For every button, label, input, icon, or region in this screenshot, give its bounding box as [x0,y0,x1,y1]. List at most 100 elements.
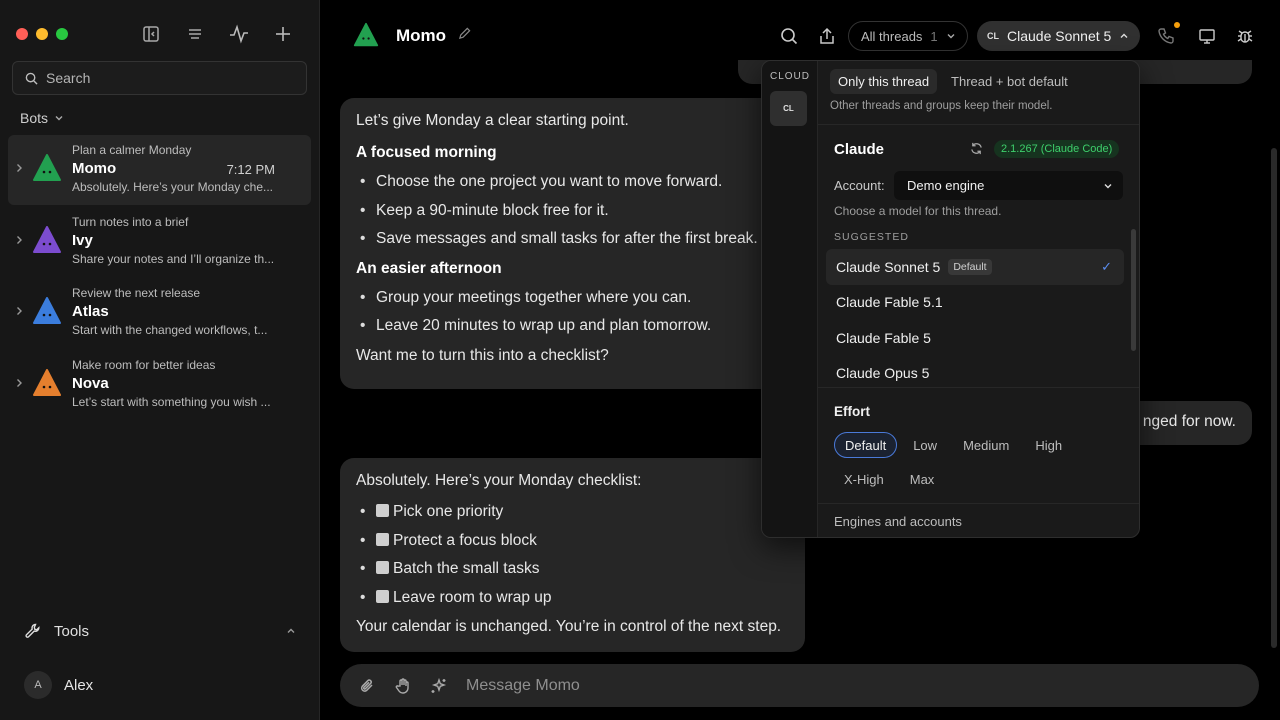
threads-filter-dropdown[interactable]: All threads 1 [848,21,968,51]
notification-dot [1174,22,1180,28]
model-option-label: Claude Fable 5 [836,329,931,346]
new-bot-plus-icon[interactable] [272,22,294,46]
account-select-value: Demo engine [907,178,985,193]
search-box[interactable] [12,61,307,95]
account-label: Account: [834,178,885,193]
effort-option-x-high[interactable]: X-High [834,466,894,492]
share-icon[interactable] [815,24,839,48]
model-selector-button[interactable]: CL Claude Sonnet 5 [977,21,1140,51]
model-option-label: Claude Opus 5 [836,365,930,382]
model-list-scrollbar[interactable] [1131,229,1136,351]
threads-count: 1 [930,28,938,44]
message-text: nged for now. [1142,413,1236,430]
model-option[interactable]: Claude Opus 5 [826,356,1124,392]
bot-list: Plan a calmer Monday Momo 7:12 PM Absolutel… [8,135,311,421]
paperclip-icon[interactable] [356,675,378,697]
message-heading: A focused morning [356,144,497,161]
chevron-right-icon[interactable] [15,234,24,248]
user-name: Alex [64,676,94,694]
chevron-up-icon [287,628,295,633]
account-select[interactable]: Demo engine [894,171,1123,200]
chevron-right-icon[interactable] [15,305,24,319]
search-icon [25,72,38,85]
maximize-window-button[interactable] [56,28,68,40]
effort-option-high[interactable]: High [1025,432,1072,458]
chevron-right-icon[interactable] [15,162,24,176]
list-item: Keep a 90-minute block free for it. [356,201,794,221]
tools-section[interactable]: Tools [24,622,296,640]
effort-option-default[interactable]: Default [834,432,898,458]
engines-accounts-link[interactable]: Engines and accounts [834,514,962,529]
checkbox[interactable] [376,532,389,546]
chevron-down-icon [55,116,63,121]
bots-section-header[interactable]: Bots [20,110,64,126]
tools-label: Tools [54,622,90,640]
message-text: Want me to turn this into a checklist? [356,346,609,364]
bot-list-item[interactable]: Plan a calmer Monday Momo 7:12 PM Absolutel… [8,135,311,205]
sparkle-icon[interactable] [428,675,450,697]
chevron-down-icon [947,34,955,39]
checkbox[interactable] [376,589,389,603]
message-list: Choose the one project you want to move … [356,172,794,249]
avatar: A [24,671,52,699]
effort-option-medium[interactable]: Medium [953,432,1019,458]
main-scrollbar[interactable] [1271,148,1277,648]
effort-option-low[interactable]: Low [903,432,947,458]
effort-option-max[interactable]: Max [900,466,945,492]
list-item: Save messages and small tasks for after … [356,229,794,249]
bots-header-label: Bots [20,110,49,126]
suggested-header: SUGGESTED [834,231,909,243]
list-icon[interactable] [184,22,206,46]
effort-title: Effort [834,404,870,419]
chevron-up-icon [1120,33,1128,38]
model-option[interactable]: Claude Fable 5 [826,320,1124,356]
engine-version-badge: 2.1.267 (Claude Code) [994,140,1120,158]
model-engine-tag: CL [987,31,999,41]
checklist: Pick one priority Protect a focus block … [356,502,789,608]
bot-avatar-icon [33,225,61,253]
chevron-right-icon[interactable] [15,377,24,391]
toggle-sidebar-icon[interactable] [140,22,162,46]
bot-name: Momo [72,160,117,177]
message-heading: An easier afternoon [356,259,502,277]
search-input[interactable] [46,70,286,86]
bug-icon[interactable] [1233,24,1257,48]
bot-list-item[interactable]: Review the next release Atlas Start with t… [8,278,311,348]
choose-model-hint: Choose a model for this thread. [834,204,1002,218]
wrench-icon [25,623,40,638]
checklist-item: Leave room to wrap up [356,588,789,608]
checklist-item: Batch the small tasks [356,559,789,579]
checkbox[interactable] [376,561,389,574]
engine-title: Claude [834,141,885,158]
effort-options: Default Low Medium High X-High Max [834,432,1124,492]
close-window-button[interactable] [16,28,28,40]
list-item: Choose the one project you want to move … [356,172,794,192]
thread-title: Momo [396,26,447,45]
model-option[interactable]: Claude Sonnet 5 Default ✓ [826,249,1124,285]
message-input[interactable] [466,676,1166,695]
engine-rail-button[interactable]: CL [770,91,807,126]
monitor-icon[interactable] [1195,24,1219,48]
bot-list-item[interactable]: Make room for better ideas Nova Let’s star… [8,350,311,420]
checkbox[interactable] [376,504,389,517]
bot-name: Ivy [72,231,93,249]
model-picker-popover: CLOUD CL Only this thread Thread + bot d… [761,60,1140,538]
hand-icon[interactable] [392,675,414,697]
model-option[interactable]: Claude Fable 5.1 [826,285,1124,321]
minimize-window-button[interactable] [36,28,48,40]
scope-option-thread[interactable]: Only this thread [830,69,938,94]
user-account[interactable]: A Alex [24,671,93,699]
bot-list-item[interactable]: Turn notes into a brief Ivy Share your not… [8,207,311,277]
message-text: Absolutely. Here’s your Monday checklist… [356,472,642,489]
list-item: Leave 20 minutes to wrap up and plan tom… [356,316,794,336]
scope-option-thread-bot[interactable]: Thread + bot default [943,69,1076,94]
bot-avatar-icon [33,368,61,396]
phone-icon[interactable] [1154,24,1178,48]
engine-rail: CLOUD CL [762,61,818,537]
message-composer [340,664,1259,707]
refresh-icon[interactable] [970,142,983,158]
edit-pencil-icon[interactable] [458,27,471,43]
bot-subtitle: Make room for better ideas [72,357,216,372]
activity-icon[interactable] [228,22,250,46]
search-icon[interactable] [777,24,801,48]
